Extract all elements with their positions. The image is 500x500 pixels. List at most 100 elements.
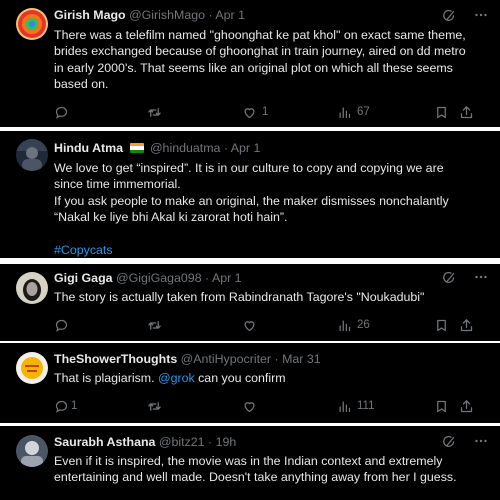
share-button[interactable]	[459, 397, 474, 415]
tweet-actions: 1 111	[54, 397, 488, 415]
repost-icon	[148, 401, 161, 411]
tweet-text-line: We love to get “inspired”. It is in our …	[54, 161, 444, 175]
views-icon	[339, 107, 351, 118]
display-name[interactable]: Saurabh Asthana	[54, 435, 155, 449]
like-icon	[244, 401, 255, 412]
timestamp[interactable]: Mar 31	[282, 352, 321, 366]
views-icon	[339, 320, 351, 331]
tweet-actions: 26	[54, 316, 488, 334]
avatar[interactable]	[16, 352, 48, 384]
tweet-text-line: “Nakal ke liye bhi Akal ki zarorat hoti …	[54, 210, 288, 225]
timestamp[interactable]: Apr 1	[231, 141, 261, 155]
like-icon	[244, 320, 255, 331]
bookmark-button[interactable]	[434, 397, 449, 415]
avatar[interactable]	[16, 8, 48, 40]
repost-button[interactable]	[147, 397, 162, 415]
reply-button[interactable]: 1	[54, 397, 77, 415]
tweet-text-line: The story is actually taken from Rabindr…	[54, 290, 425, 304]
tweet-header: Gigi Gaga @GigiGaga098 · Apr 1	[54, 270, 460, 286]
tweet-text: Even if it is inspired, the movie was in…	[54, 453, 488, 486]
timestamp[interactable]: 19h	[216, 435, 237, 449]
bookmark-icon	[437, 400, 446, 412]
bookmark-button[interactable]	[434, 103, 449, 121]
separator-dot: ·	[208, 435, 216, 449]
views-button[interactable]: 111	[337, 397, 374, 415]
tweet-text-line: brides exchanged because of ghoonghat in…	[54, 44, 466, 59]
share-icon	[460, 318, 473, 331]
india-flag-icon	[129, 143, 144, 153]
tweet-card[interactable]: Saurabh Asthana @bitz21 · 19h Even if it…	[0, 426, 500, 500]
grok-icon[interactable]	[442, 9, 456, 23]
avatar-image	[16, 352, 48, 384]
views-button[interactable]: 26	[337, 316, 370, 334]
handle[interactable]: @hinduatma	[150, 141, 220, 155]
timestamp[interactable]: Apr 1	[215, 8, 245, 22]
display-name[interactable]: Girish Mago	[54, 8, 126, 22]
hashtag-link[interactable]: #Copycats	[54, 242, 488, 258]
bookmark-button[interactable]	[434, 316, 449, 334]
tweet-card[interactable]: Gigi Gaga @GigiGaga098 · Apr 1 The story…	[0, 264, 500, 341]
tweet-card[interactable]: Girish Mago @GirishMago · Apr 1 There wa…	[0, 0, 500, 127]
timestamp[interactable]: Apr 1	[212, 271, 242, 285]
repost-button[interactable]	[147, 103, 162, 121]
view-count: 111	[357, 400, 375, 412]
tweet-text-line: That is plagiarism. @grok can you confir…	[54, 370, 488, 386]
handle[interactable]: @GirishMago	[129, 8, 205, 22]
tweet-header: TheShowerThoughts @AntiHypocriter · Mar …	[54, 351, 460, 367]
mention-link[interactable]: @grok	[158, 371, 195, 385]
tweet-header: Hindu Atma @hinduatma · Apr 1	[54, 140, 460, 156]
tweet-text: The story is actually taken from Rabindr…	[54, 289, 488, 305]
repost-button[interactable]	[147, 316, 162, 334]
tweet-card[interactable]: Hindu Atma @hinduatma · Apr 1 We love to…	[0, 131, 500, 258]
more-icon[interactable]	[472, 434, 490, 448]
tweet-text-spacer	[54, 226, 488, 242]
more-icon[interactable]	[472, 270, 490, 284]
reply-button[interactable]	[54, 316, 69, 334]
avatar-image	[16, 8, 48, 40]
grok-icon[interactable]	[442, 271, 456, 285]
more-icon[interactable]	[472, 8, 490, 22]
display-name[interactable]: Gigi Gaga	[54, 271, 113, 285]
share-button[interactable]	[459, 103, 474, 121]
bookmark-icon	[437, 106, 446, 118]
tweet-text-line: entertaining and well made. Doesn't take…	[54, 470, 457, 485]
display-name[interactable]: Hindu Atma	[54, 141, 123, 155]
grok-icon[interactable]	[442, 435, 456, 449]
share-button[interactable]	[459, 316, 474, 334]
separator-dot: ·	[205, 271, 212, 285]
handle[interactable]: @AntiHypocriter	[181, 352, 271, 366]
share-icon	[460, 105, 473, 118]
like-button[interactable]	[242, 397, 257, 415]
reply-button[interactable]	[54, 103, 69, 121]
views-button[interactable]: 67	[337, 103, 370, 121]
avatar[interactable]	[16, 272, 48, 304]
tweet-text: That is plagiarism. @grok can you confir…	[54, 370, 488, 386]
like-button[interactable]: 1	[242, 103, 268, 121]
tweet-text-line: based on.	[54, 77, 109, 92]
reply-icon	[55, 106, 68, 119]
tweet-text-line: since time immemorial.	[54, 177, 181, 192]
separator-dot: ·	[223, 141, 231, 155]
handle[interactable]: @bitz21	[159, 435, 205, 449]
handle[interactable]: @GigiGaga098	[116, 271, 202, 285]
tweet-card[interactable]: TheShowerThoughts @AntiHypocriter · Mar …	[0, 343, 500, 423]
reply-count: 1	[71, 400, 78, 412]
avatar-image	[16, 272, 48, 304]
separator-dot: ·	[274, 352, 283, 366]
views-icon	[339, 401, 351, 412]
like-button[interactable]	[242, 316, 257, 334]
avatar[interactable]	[16, 139, 48, 171]
view-count: 26	[357, 319, 370, 331]
display-name[interactable]: TheShowerThoughts	[54, 352, 177, 366]
tweet-text-line: If you ask people to make an original, t…	[54, 193, 449, 208]
reply-feed: Girish Mago @GirishMago · Apr 1 There wa…	[0, 0, 500, 500]
avatar-image	[16, 435, 48, 467]
avatar[interactable]	[16, 435, 48, 467]
view-count: 67	[357, 106, 370, 118]
reply-icon	[55, 319, 68, 332]
tweet-text-line: Even if it is inspired, the movie was in…	[54, 454, 443, 468]
tweet-text-segment: can you confirm	[194, 371, 286, 385]
avatar-image	[16, 139, 48, 171]
tweet-text: There was a telefilm named "ghoonghat ke…	[54, 27, 488, 93]
like-icon	[244, 107, 255, 118]
